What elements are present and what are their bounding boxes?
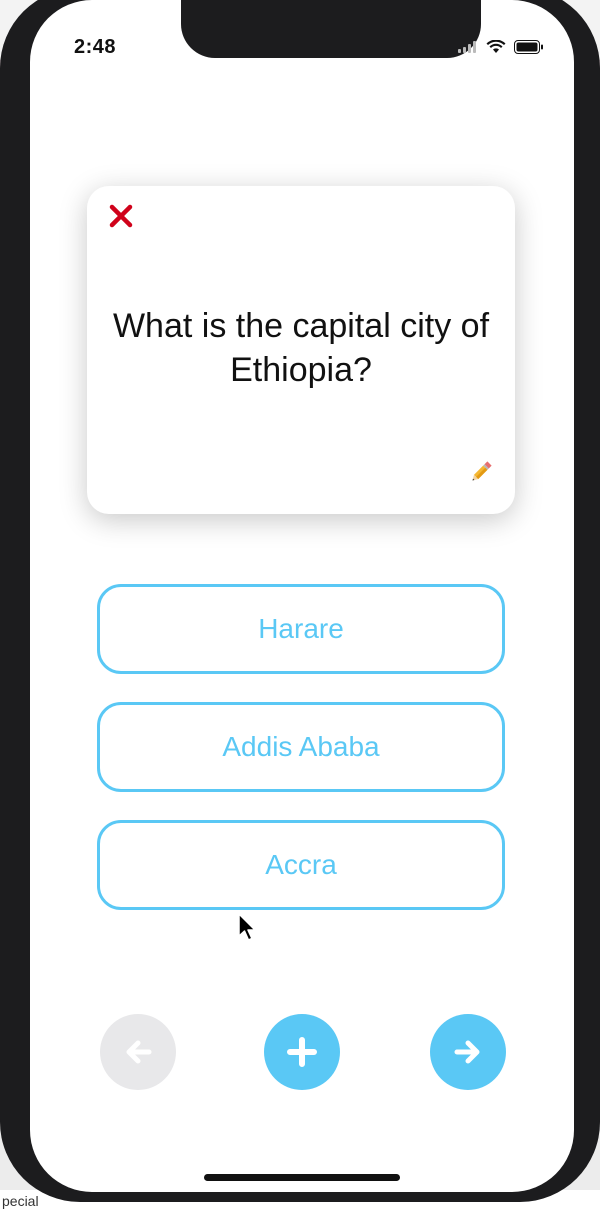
add-button[interactable]: [264, 1014, 340, 1090]
close-icon: [109, 204, 133, 228]
plus-icon: [287, 1037, 317, 1067]
notch: [181, 0, 481, 58]
answer-label: Accra: [265, 849, 337, 880]
answer-label: Harare: [258, 613, 344, 644]
next-button[interactable]: [430, 1014, 506, 1090]
answer-option-3[interactable]: Accra: [97, 820, 505, 910]
battery-icon: [514, 40, 543, 54]
desktop-background-text: pecial: [2, 1193, 39, 1209]
status-icons: [458, 40, 544, 54]
pencil-icon: [472, 461, 492, 481]
previous-button[interactable]: [100, 1014, 176, 1090]
answer-label: Addis Ababa: [222, 731, 380, 762]
question-text: What is the capital city of Ethiopia?: [112, 307, 490, 389]
wifi-icon: [486, 40, 506, 53]
signal-icon: [458, 41, 476, 53]
answer-option-1[interactable]: Harare: [97, 584, 505, 674]
flashcard: What is the capital city of Ethiopia?: [87, 186, 515, 514]
edit-button[interactable]: [467, 458, 495, 486]
phone-frame: 2:48 What is the capital city of Ethiopi…: [0, 0, 600, 1202]
answer-option-2[interactable]: Addis Ababa: [97, 702, 505, 792]
close-button[interactable]: [107, 202, 135, 230]
home-indicator: [204, 1174, 400, 1181]
status-time: 2:48: [74, 36, 117, 58]
arrow-left-icon: [126, 1040, 152, 1064]
mouse-cursor-icon: [238, 913, 256, 941]
arrow-right-icon: [454, 1040, 480, 1064]
app-screen: 2:48 What is the capital city of Ethiopi…: [30, 0, 574, 1192]
